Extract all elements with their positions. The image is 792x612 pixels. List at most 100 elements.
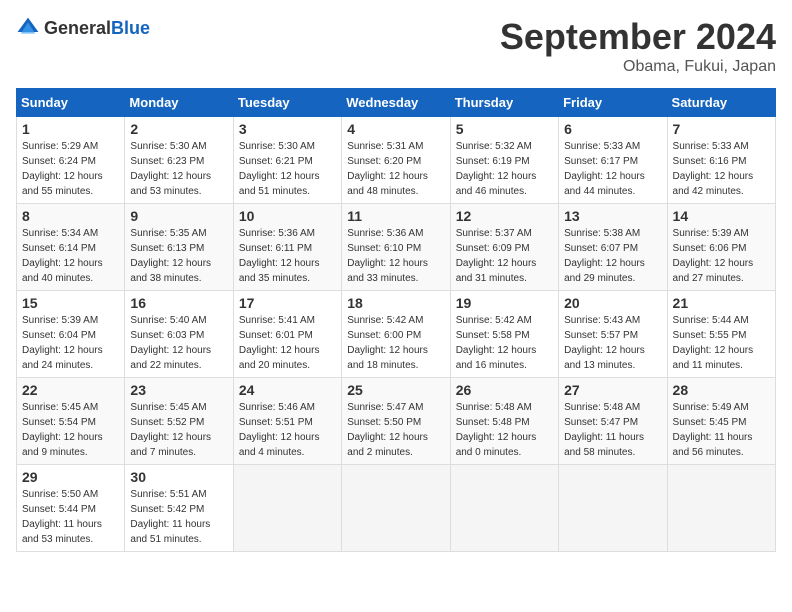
- day-number: 17: [239, 295, 336, 311]
- day-info: Sunrise: 5:40 AMSunset: 6:03 PMDaylight:…: [130, 313, 227, 373]
- calendar-cell: 7 Sunrise: 5:33 AMSunset: 6:16 PMDayligh…: [667, 117, 775, 204]
- calendar-cell: 6 Sunrise: 5:33 AMSunset: 6:17 PMDayligh…: [559, 117, 667, 204]
- calendar-cell: 30 Sunrise: 5:51 AMSunset: 5:42 PMDaylig…: [125, 465, 233, 552]
- calendar-cell: 4 Sunrise: 5:31 AMSunset: 6:20 PMDayligh…: [342, 117, 450, 204]
- day-number: 8: [22, 208, 119, 224]
- day-info: Sunrise: 5:45 AMSunset: 5:54 PMDaylight:…: [22, 400, 119, 460]
- day-info: Sunrise: 5:37 AMSunset: 6:09 PMDaylight:…: [456, 226, 553, 286]
- day-info: Sunrise: 5:36 AMSunset: 6:11 PMDaylight:…: [239, 226, 336, 286]
- calendar-cell: 28 Sunrise: 5:49 AMSunset: 5:45 PMDaylig…: [667, 378, 775, 465]
- day-info: Sunrise: 5:45 AMSunset: 5:52 PMDaylight:…: [130, 400, 227, 460]
- day-number: 3: [239, 121, 336, 137]
- calendar-cell: 15 Sunrise: 5:39 AMSunset: 6:04 PMDaylig…: [17, 291, 125, 378]
- week-row-5: 29 Sunrise: 5:50 AMSunset: 5:44 PMDaylig…: [17, 465, 776, 552]
- day-number: 10: [239, 208, 336, 224]
- day-info: Sunrise: 5:51 AMSunset: 5:42 PMDaylight:…: [130, 487, 227, 547]
- day-number: 7: [673, 121, 770, 137]
- day-number: 9: [130, 208, 227, 224]
- calendar-cell: [559, 465, 667, 552]
- logo-text: GeneralBlue: [44, 18, 150, 39]
- calendar-cell: 11 Sunrise: 5:36 AMSunset: 6:10 PMDaylig…: [342, 204, 450, 291]
- day-info: Sunrise: 5:34 AMSunset: 6:14 PMDaylight:…: [22, 226, 119, 286]
- day-number: 13: [564, 208, 661, 224]
- logo-icon: [16, 16, 40, 40]
- day-info: Sunrise: 5:48 AMSunset: 5:48 PMDaylight:…: [456, 400, 553, 460]
- weekday-header-friday: Friday: [559, 89, 667, 117]
- week-row-4: 22 Sunrise: 5:45 AMSunset: 5:54 PMDaylig…: [17, 378, 776, 465]
- day-number: 28: [673, 382, 770, 398]
- calendar-cell: 10 Sunrise: 5:36 AMSunset: 6:11 PMDaylig…: [233, 204, 341, 291]
- day-number: 18: [347, 295, 444, 311]
- day-info: Sunrise: 5:33 AMSunset: 6:17 PMDaylight:…: [564, 139, 661, 199]
- location-title: Obama, Fukui, Japan: [500, 58, 776, 76]
- day-number: 23: [130, 382, 227, 398]
- day-info: Sunrise: 5:47 AMSunset: 5:50 PMDaylight:…: [347, 400, 444, 460]
- calendar-cell: 14 Sunrise: 5:39 AMSunset: 6:06 PMDaylig…: [667, 204, 775, 291]
- day-info: Sunrise: 5:49 AMSunset: 5:45 PMDaylight:…: [673, 400, 770, 460]
- week-row-2: 8 Sunrise: 5:34 AMSunset: 6:14 PMDayligh…: [17, 204, 776, 291]
- day-number: 30: [130, 469, 227, 485]
- day-number: 27: [564, 382, 661, 398]
- day-number: 4: [347, 121, 444, 137]
- calendar-cell: 18 Sunrise: 5:42 AMSunset: 6:00 PMDaylig…: [342, 291, 450, 378]
- calendar-cell: 23 Sunrise: 5:45 AMSunset: 5:52 PMDaylig…: [125, 378, 233, 465]
- day-info: Sunrise: 5:36 AMSunset: 6:10 PMDaylight:…: [347, 226, 444, 286]
- calendar-cell: 17 Sunrise: 5:41 AMSunset: 6:01 PMDaylig…: [233, 291, 341, 378]
- logo: GeneralBlue: [16, 16, 150, 40]
- weekday-header-thursday: Thursday: [450, 89, 558, 117]
- calendar-cell: 24 Sunrise: 5:46 AMSunset: 5:51 PMDaylig…: [233, 378, 341, 465]
- title-section: September 2024 Obama, Fukui, Japan: [500, 16, 776, 76]
- calendar-cell: [450, 465, 558, 552]
- day-info: Sunrise: 5:50 AMSunset: 5:44 PMDaylight:…: [22, 487, 119, 547]
- calendar-cell: 26 Sunrise: 5:48 AMSunset: 5:48 PMDaylig…: [450, 378, 558, 465]
- week-row-3: 15 Sunrise: 5:39 AMSunset: 6:04 PMDaylig…: [17, 291, 776, 378]
- day-number: 20: [564, 295, 661, 311]
- day-info: Sunrise: 5:29 AMSunset: 6:24 PMDaylight:…: [22, 139, 119, 199]
- day-info: Sunrise: 5:38 AMSunset: 6:07 PMDaylight:…: [564, 226, 661, 286]
- calendar-cell: 25 Sunrise: 5:47 AMSunset: 5:50 PMDaylig…: [342, 378, 450, 465]
- weekday-header-sunday: Sunday: [17, 89, 125, 117]
- weekday-header-monday: Monday: [125, 89, 233, 117]
- month-title: September 2024: [500, 16, 776, 58]
- day-number: 24: [239, 382, 336, 398]
- day-number: 14: [673, 208, 770, 224]
- day-info: Sunrise: 5:43 AMSunset: 5:57 PMDaylight:…: [564, 313, 661, 373]
- calendar-cell: 29 Sunrise: 5:50 AMSunset: 5:44 PMDaylig…: [17, 465, 125, 552]
- calendar-cell: 27 Sunrise: 5:48 AMSunset: 5:47 PMDaylig…: [559, 378, 667, 465]
- weekday-header-wednesday: Wednesday: [342, 89, 450, 117]
- day-info: Sunrise: 5:39 AMSunset: 6:06 PMDaylight:…: [673, 226, 770, 286]
- calendar-cell: 21 Sunrise: 5:44 AMSunset: 5:55 PMDaylig…: [667, 291, 775, 378]
- calendar-cell: 22 Sunrise: 5:45 AMSunset: 5:54 PMDaylig…: [17, 378, 125, 465]
- day-number: 21: [673, 295, 770, 311]
- calendar-cell: [342, 465, 450, 552]
- day-number: 12: [456, 208, 553, 224]
- day-info: Sunrise: 5:33 AMSunset: 6:16 PMDaylight:…: [673, 139, 770, 199]
- calendar-cell: 16 Sunrise: 5:40 AMSunset: 6:03 PMDaylig…: [125, 291, 233, 378]
- day-number: 1: [22, 121, 119, 137]
- calendar-cell: 5 Sunrise: 5:32 AMSunset: 6:19 PMDayligh…: [450, 117, 558, 204]
- calendar-cell: 2 Sunrise: 5:30 AMSunset: 6:23 PMDayligh…: [125, 117, 233, 204]
- day-info: Sunrise: 5:41 AMSunset: 6:01 PMDaylight:…: [239, 313, 336, 373]
- day-number: 22: [22, 382, 119, 398]
- day-number: 5: [456, 121, 553, 137]
- calendar-cell: 19 Sunrise: 5:42 AMSunset: 5:58 PMDaylig…: [450, 291, 558, 378]
- weekday-header-saturday: Saturday: [667, 89, 775, 117]
- day-number: 6: [564, 121, 661, 137]
- day-number: 15: [22, 295, 119, 311]
- day-info: Sunrise: 5:30 AMSunset: 6:23 PMDaylight:…: [130, 139, 227, 199]
- day-number: 16: [130, 295, 227, 311]
- day-info: Sunrise: 5:48 AMSunset: 5:47 PMDaylight:…: [564, 400, 661, 460]
- day-info: Sunrise: 5:30 AMSunset: 6:21 PMDaylight:…: [239, 139, 336, 199]
- calendar-cell: 8 Sunrise: 5:34 AMSunset: 6:14 PMDayligh…: [17, 204, 125, 291]
- page-header: GeneralBlue September 2024 Obama, Fukui,…: [16, 16, 776, 76]
- day-info: Sunrise: 5:31 AMSunset: 6:20 PMDaylight:…: [347, 139, 444, 199]
- day-info: Sunrise: 5:42 AMSunset: 6:00 PMDaylight:…: [347, 313, 444, 373]
- day-info: Sunrise: 5:32 AMSunset: 6:19 PMDaylight:…: [456, 139, 553, 199]
- calendar-cell: 3 Sunrise: 5:30 AMSunset: 6:21 PMDayligh…: [233, 117, 341, 204]
- day-number: 25: [347, 382, 444, 398]
- weekday-header-tuesday: Tuesday: [233, 89, 341, 117]
- calendar-cell: 13 Sunrise: 5:38 AMSunset: 6:07 PMDaylig…: [559, 204, 667, 291]
- weekday-header-row: SundayMondayTuesdayWednesdayThursdayFrid…: [17, 89, 776, 117]
- day-number: 19: [456, 295, 553, 311]
- day-info: Sunrise: 5:46 AMSunset: 5:51 PMDaylight:…: [239, 400, 336, 460]
